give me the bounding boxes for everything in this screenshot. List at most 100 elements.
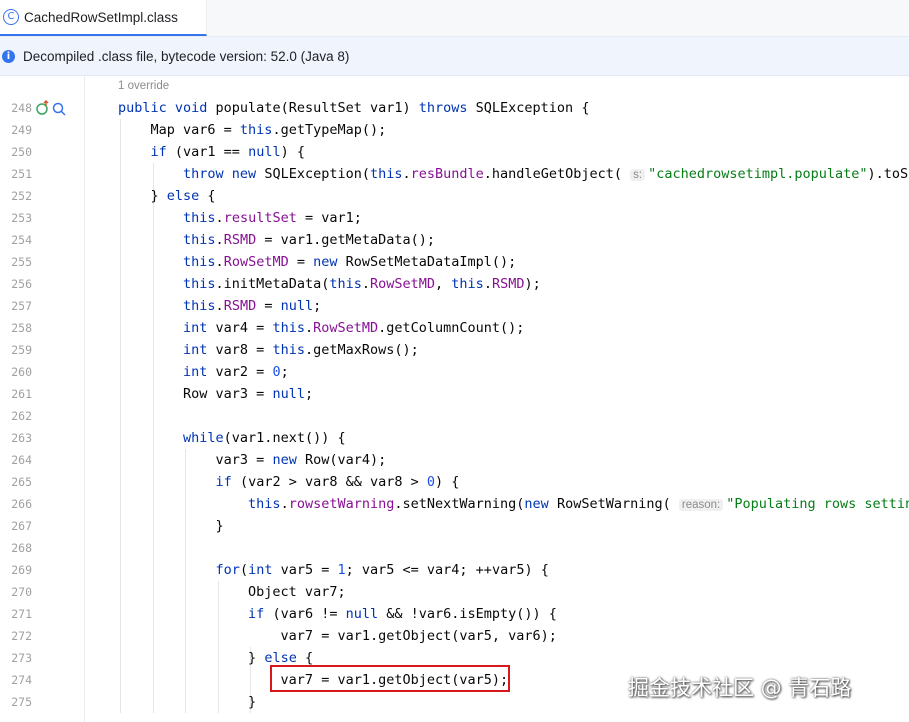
code-token: .getMaxRows(); <box>304 342 419 358</box>
code-line[interactable]: 256 this.initMetaData(this.RowSetMD, thi… <box>0 273 909 295</box>
code-token: = <box>288 254 314 270</box>
code-line[interactable]: 255 this.RowSetMD = new RowSetMetaDataIm… <box>0 251 909 273</box>
code-text: throw new SQLException(this.resBundle.ha… <box>118 163 909 186</box>
line-number: 251 <box>11 167 32 181</box>
line-number: 259 <box>11 343 32 357</box>
code-line[interactable]: 268 <box>0 537 909 559</box>
code-token: null <box>272 386 305 402</box>
code-text: int var2 = 0; <box>118 361 289 383</box>
override-icon[interactable] <box>36 99 49 115</box>
code-token: this <box>272 342 305 358</box>
code-text: if (var1 == null) { <box>118 141 305 163</box>
code-token: new <box>524 496 557 512</box>
code-text: this.rowsetWarning.setNextWarning(new Ro… <box>118 493 909 516</box>
code-line[interactable]: 264 var3 = new Row(var4); <box>0 449 909 471</box>
code-token: ) { <box>435 474 460 490</box>
code-line[interactable]: 259 int var8 = this.getMaxRows(); <box>0 339 909 361</box>
code-token: int <box>183 320 216 336</box>
code-line[interactable]: 265 if (var2 > var8 && var8 > 0) { <box>0 471 909 493</box>
code-token: RowSetMetaDataImpl(); <box>345 254 517 270</box>
code-token: this <box>183 276 216 292</box>
code-token: } <box>118 694 257 710</box>
code-token: . <box>361 276 370 292</box>
code-text: int var4 = this.RowSetMD.getColumnCount(… <box>118 317 524 339</box>
code-line[interactable]: 257 this.RSMD = null; <box>0 295 909 317</box>
code-token: 0 <box>426 474 436 490</box>
code-token: this <box>183 232 216 248</box>
code-token: if <box>215 474 240 490</box>
line-number: 262 <box>11 409 32 423</box>
decompiled-banner: i Decompiled .class file, bytecode versi… <box>0 37 909 76</box>
code-token: this <box>239 122 273 138</box>
tab-label: CachedRowSetImpl.class <box>24 9 178 25</box>
code-text: Row var3 = null; <box>118 383 313 405</box>
code-token: var8 = <box>215 342 273 358</box>
code-line[interactable]: 253 this.resultSet = var1; <box>0 207 909 229</box>
line-number: 249 <box>11 123 32 137</box>
code-line[interactable]: 260 int var2 = 0; <box>0 361 909 383</box>
code-token: , <box>435 276 452 292</box>
code-token: .initMetaData( <box>215 276 330 292</box>
line-number: 264 <box>11 453 32 467</box>
code-token: ; <box>313 298 322 314</box>
code-token: ); <box>524 276 541 292</box>
tab-cachedrowsetimpl[interactable]: C CachedRowSetImpl.class <box>0 0 207 36</box>
line-number: 256 <box>11 277 32 291</box>
code-token: for <box>215 562 240 578</box>
code-token: var5 = <box>280 562 338 578</box>
code-token: = var1; <box>296 210 362 226</box>
code-token: resBundle <box>410 166 484 182</box>
code-text: } <box>118 515 224 537</box>
line-number: 252 <box>11 189 32 203</box>
code-line[interactable]: 254 this.RSMD = var1.getMetaData(); <box>0 229 909 251</box>
code-token: ( <box>239 562 249 578</box>
code-token: Object var7; <box>118 584 346 600</box>
code-token: SQLException( <box>264 166 370 182</box>
code-text: for(int var5 = 1; var5 <= var4; ++var5) … <box>118 559 549 581</box>
line-number: 248 <box>11 101 32 115</box>
code-line[interactable]: 250 if (var1 == null) { <box>0 141 909 163</box>
code-line[interactable]: 270 Object var7; <box>0 581 909 603</box>
code-line[interactable]: 249 Map var6 = this.getTypeMap(); <box>0 119 909 141</box>
code-token: RowSetMD <box>313 320 379 336</box>
code-token: 1 <box>337 562 346 578</box>
code-token: .getTypeMap(); <box>272 122 387 138</box>
code-line[interactable]: 271 if (var6 != null && !var6.isEmpty())… <box>0 603 909 625</box>
code-line[interactable]: 263 while(var1.next()) { <box>0 427 909 449</box>
code-token: . <box>402 166 411 182</box>
code-line[interactable]: 272 var7 = var1.getObject(var5, var6); <box>0 625 909 647</box>
code-token: ; var5 <= var4; ++var5) { <box>345 562 549 578</box>
watermark: 掘金技术社区 @ 青石路 <box>628 676 852 700</box>
gutter-icons[interactable] <box>36 99 70 116</box>
code-token: . <box>280 496 289 512</box>
code-text: Map var6 = this.getTypeMap(); <box>118 119 387 141</box>
override-hint[interactable]: 1 override <box>118 80 169 92</box>
code-line[interactable]: 267 } <box>0 515 909 537</box>
code-text: this.initMetaData(this.RowSetMD, this.RS… <box>118 273 541 295</box>
code-line[interactable]: 248 public void populate(ResultSet var1) … <box>0 97 909 119</box>
code-token: .setNextWarning( <box>394 496 525 512</box>
code-token: { <box>207 188 216 204</box>
find-usages-icon[interactable] <box>52 102 66 116</box>
code-editor[interactable]: 1 override 248 public void populate(Resul… <box>0 76 909 722</box>
code-line[interactable]: 262 <box>0 405 909 427</box>
code-token: Row(var4); <box>304 452 387 468</box>
line-number: 261 <box>11 387 32 401</box>
code-line[interactable]: 258 int var4 = this.RowSetMD.getColumnCo… <box>0 317 909 339</box>
code-line[interactable]: 251 throw new SQLException(this.resBundl… <box>0 163 909 185</box>
code-token: else <box>166 188 208 204</box>
code-token: } <box>118 518 224 534</box>
code-text: } <box>118 691 256 713</box>
code-line[interactable]: 269 for(int var5 = 1; var5 <= var4; ++va… <box>0 559 909 581</box>
code-token: var4 = <box>215 320 273 336</box>
code-text: if (var2 > var8 && var8 > 0) { <box>118 471 460 493</box>
code-line[interactable]: 266 this.rowsetWarning.setNextWarning(ne… <box>0 493 909 515</box>
line-number: 271 <box>11 607 32 621</box>
code-line[interactable]: 252 } else { <box>0 185 909 207</box>
code-token: throws <box>418 100 476 116</box>
code-line[interactable]: 261 Row var3 = null; <box>0 383 909 405</box>
